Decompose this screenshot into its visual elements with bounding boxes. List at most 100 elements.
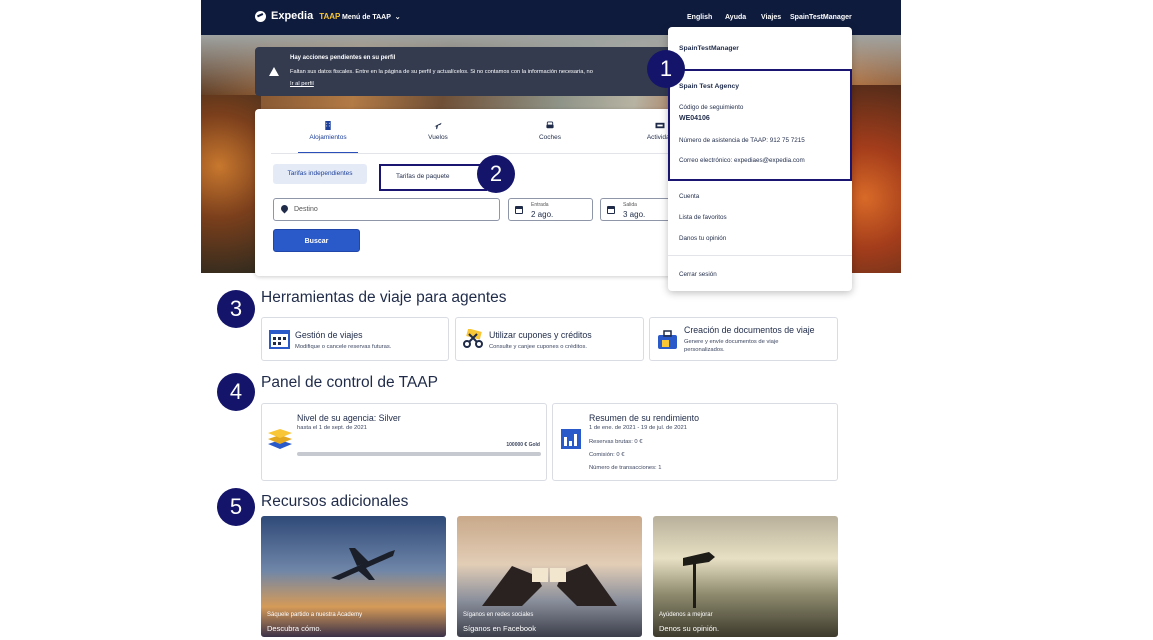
agency-level-date: hasta el 1 de sept. de 2021 [297,425,367,431]
agency-level-title: Nivel de su agencia: Silver [297,413,401,423]
tab-flights-label: Vuelos [428,134,448,141]
agency-level-progress-bar [297,452,541,456]
agency-level-card[interactable]: Nivel de su agencia: Silver hasta el 1 d… [261,403,547,481]
alert-message: Faltan sus datos fiscales. Entre en la p… [290,69,593,75]
tab-flights[interactable]: Vuelos [393,121,483,141]
academy-link[interactable]: Descubra cómo. [267,624,322,633]
chevron-down-icon: ⌄ [394,14,401,21]
calendar-icon [607,206,615,214]
agency-level-goal: 100000 € Gold [506,442,540,448]
search-button[interactable]: Buscar [273,229,360,252]
dropdown-username: SpainTestManager [679,45,739,52]
puzzle-hands-photo [482,564,617,606]
tab-divider [271,153,675,154]
documents-title: Creación de documentos de viaje [684,325,815,335]
checkout-value: 3 ago. [623,210,646,219]
independent-rates-toggle[interactable]: Tarifas independientes [273,164,367,184]
location-pin-icon [279,203,290,214]
performance-summary-card[interactable]: Resumen de su rendimiento 1 de ene. de 2… [552,403,838,481]
performance-period: 1 de ene. de 2021 - 19 de jul. de 2021 [589,425,687,431]
brand-name: Expedia [271,10,314,22]
menu-item-account[interactable]: Cuenta [679,193,699,200]
menu-item-feedback[interactable]: Danos tu opinión [679,235,726,242]
account-dropdown-menu: SpainTestManager Spain Test Agency Códig… [668,27,852,291]
account-menu-link[interactable]: SpainTestManager [790,14,852,21]
building-icon [325,121,331,130]
profile-alert-banner: Hay acciones pendientes en su perfil Fal… [255,47,675,96]
hero-foliage-left [201,95,261,273]
brand-suffix: TAAP [319,11,341,21]
dropdown-divider [668,255,852,256]
airplane-photo [331,548,395,580]
checkout-label: Salida [623,202,637,208]
coupons-title: Utilizar cupones y créditos [489,330,592,340]
academy-resource-card[interactable]: Sáquele partido a nuestra Academy Descub… [261,516,446,637]
alert-title: Hay acciones pendientes en su perfil [290,55,396,61]
scissors-coupon-icon [463,329,483,348]
gross-bookings: Reservas brutas: 0 € [589,439,643,445]
tab-cars[interactable]: Coches [505,121,595,141]
checkin-date-field[interactable]: Entrada 2 ago. [508,198,593,221]
dashboard-section-title: Panel de control de TAAP [261,374,438,391]
coupons-credits-card[interactable]: Utilizar cupones y créditos Consulte y c… [455,317,644,361]
facebook-link[interactable]: Síganos en Facebook [463,624,536,633]
feedback-link[interactable]: Denos su opinión. [659,624,719,633]
support-phone: Número de asistencia de TAAP: 912 75 721… [679,137,805,144]
travel-documents-card[interactable]: Creación de documentos de viaje Genere y… [649,317,838,361]
checkin-value: 2 ago. [531,210,554,219]
layers-icon [268,429,292,449]
performance-title: Resumen de su rendimiento [589,413,700,423]
taap-menu-label: Menú de TAAP [342,14,391,21]
ticket-icon [655,122,665,129]
language-link[interactable]: English [687,14,712,21]
feedback-caption: Ayúdenos a mejorar [659,612,713,618]
coupons-desc: Consulte y canjee cupones o créditos. [489,344,587,350]
annotation-marker-4: 4 [217,373,255,411]
menu-item-signout[interactable]: Cerrar sesión [679,271,717,278]
manage-trips-card[interactable]: Gestión de viajes Modifique o cancele re… [261,317,449,361]
tracking-code-label: Código de seguimiento [679,104,744,111]
taap-menu-button[interactable]: Menú de TAAP ⌄ [342,13,401,21]
support-email: Correo electrónico: expediaes@expedia.co… [679,157,805,164]
manage-trips-title: Gestión de viajes [295,330,363,340]
academy-caption: Sáquele partido a nuestra Academy [267,612,363,618]
airplane-icon [434,122,442,130]
annotation-marker-1: 1 [647,50,685,88]
expedia-taap-logo[interactable]: Expedia TAAP [255,10,340,22]
annotation-marker-5: 5 [217,488,255,526]
destination-input[interactable]: Destino [273,198,500,221]
calendar-icon [269,330,290,349]
annotation-marker-3: 3 [217,290,255,328]
signpost-photo [683,552,715,608]
social-caption: Síganos en redes sociales [463,612,534,618]
tracking-code: WE04106 [679,115,710,122]
page-frame: Expedia TAAP Menú de TAAP ⌄ English Ayud… [201,0,901,640]
tools-section-title: Herramientas de viaje para agentes [261,289,507,306]
resources-section-title: Recursos adicionales [261,493,409,510]
package-rates-toggle[interactable]: Tarifas de paquete [379,164,487,191]
search-panel: Alojamientos Vuelos Coches Actividad Tar… [255,109,675,276]
bar-chart-icon [561,429,581,449]
documents-desc: Genere y envíe documentos de viaje perso… [684,339,779,353]
checkin-label: Entrada [531,202,549,208]
agency-name: Spain Test Agency [679,83,740,90]
annotation-marker-2: 2 [477,155,515,193]
manage-trips-desc: Modifique o cancele reservas futuras. [295,344,392,350]
checkout-date-field[interactable]: Salida 3 ago. [600,198,675,221]
tab-stays[interactable]: Alojamientos [283,121,373,154]
social-resource-card[interactable]: Síganos en redes sociales Síganos en Fac… [457,516,642,637]
car-icon [546,121,554,129]
trips-link[interactable]: Viajes [761,14,781,21]
tab-stays-label: Alojamientos [309,134,347,141]
calendar-icon [515,206,523,214]
go-to-profile-link[interactable]: Ir al perfil [290,81,314,87]
tab-cars-label: Coches [538,134,562,141]
warning-icon [269,67,279,76]
commission: Comisión: 0 € [589,452,625,458]
destination-placeholder: Destino [294,206,318,213]
expedia-globe-icon [255,10,266,22]
feedback-resource-card[interactable]: Ayúdenos a mejorar Denos su opinión. [653,516,838,637]
menu-item-favorites[interactable]: Lista de favoritos [679,214,727,221]
help-link[interactable]: Ayuda [725,14,746,21]
transactions-count: Número de transacciones: 1 [589,465,662,471]
